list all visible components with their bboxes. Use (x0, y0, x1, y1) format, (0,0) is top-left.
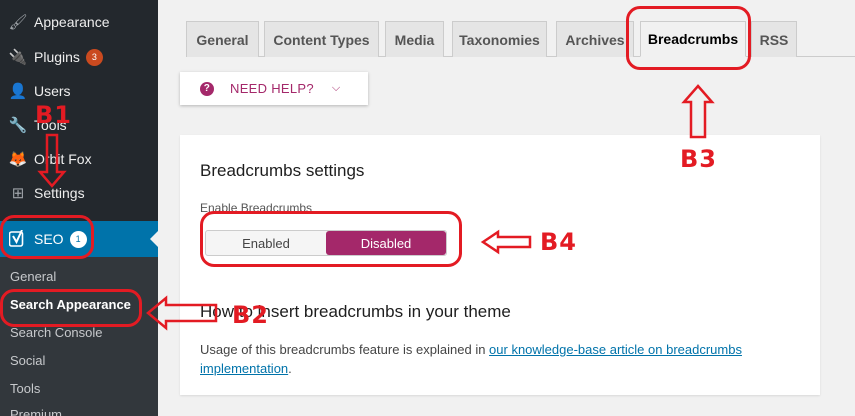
submenu-social[interactable]: Social (10, 353, 45, 368)
submenu-search-console[interactable]: Search Console (10, 325, 103, 340)
menu-tools[interactable]: 🔧 Tools (0, 108, 158, 142)
annotation-box-toggle (200, 211, 462, 267)
annotation-box-search-appearance (0, 289, 142, 327)
menu-users[interactable]: 👤 Users (0, 74, 158, 108)
menu-label: Users (34, 83, 71, 99)
menu-settings[interactable]: ⊞ Settings (0, 176, 158, 210)
users-icon: 👤 (8, 83, 28, 100)
menu-plugins[interactable]: 🔌 Plugins 3 (0, 40, 158, 74)
menu-label: Settings (34, 185, 85, 201)
card-title: Breadcrumbs settings (200, 161, 365, 180)
submenu-premium[interactable]: Premium (10, 407, 62, 416)
annotation-label-b4: B4 (540, 228, 577, 256)
paragraph-text: Usage of this breadcrumbs feature is exp… (200, 342, 490, 357)
appearance-icon: 🖌 (8, 14, 28, 31)
need-help-button[interactable]: ? NEED HELP? ⌵ (180, 72, 368, 105)
annotation-label-b1: B1 (35, 101, 72, 129)
menu-orbit-fox[interactable]: 🦊 Orbit Fox (0, 142, 158, 176)
help-paragraph: Usage of this breadcrumbs feature is exp… (200, 340, 780, 378)
tab-media[interactable]: Media (385, 21, 444, 57)
settings-icon: ⊞ (11, 185, 25, 202)
menu-label: Appearance (34, 14, 110, 30)
annotation-box-breadcrumbs-tab (626, 6, 751, 70)
submenu-tools[interactable]: Tools (10, 381, 40, 396)
tab-general[interactable]: General (186, 21, 259, 57)
seo-submenu: General Search Appearance Search Console… (0, 257, 158, 416)
menu-appearance[interactable]: 🖌 Appearance (0, 5, 158, 39)
arrow-b3 (681, 84, 715, 139)
paragraph-end: . (288, 361, 292, 376)
tools-icon: 🔧 (8, 117, 28, 134)
update-badge: 3 (85, 48, 103, 66)
tab-archives[interactable]: Archives (556, 21, 634, 57)
tab-rss[interactable]: RSS (751, 21, 797, 57)
plugins-icon: 🔌 (8, 49, 28, 66)
tab-taxonomies[interactable]: Taxonomies (452, 21, 547, 57)
need-help-label: NEED HELP? (230, 81, 314, 96)
submenu-general[interactable]: General (10, 269, 56, 284)
annotation-box-seo (0, 215, 94, 259)
annotation-label-b2: B2 (232, 301, 269, 329)
chevron-down-icon: ⌵ (331, 82, 341, 94)
tab-content-types[interactable]: Content Types (264, 21, 379, 57)
menu-label: Orbit Fox (34, 151, 92, 167)
admin-sidebar: 🖌 Appearance 🔌 Plugins 3 👤 Users 🔧 Tools… (0, 0, 158, 416)
menu-label: Plugins (34, 49, 80, 65)
annotation-label-b3: B3 (680, 145, 717, 173)
current-menu-arrow (150, 231, 158, 247)
orbit-fox-icon: 🦊 (8, 151, 28, 168)
question-icon: ? (200, 81, 214, 96)
